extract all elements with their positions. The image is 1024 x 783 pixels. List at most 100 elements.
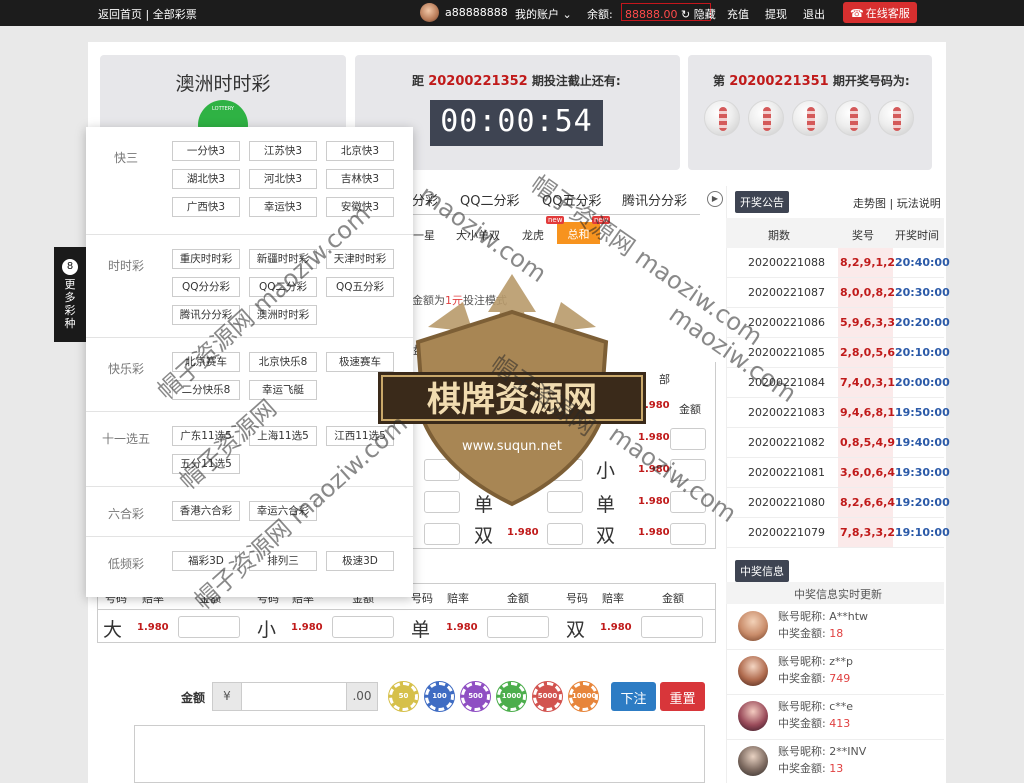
subtab-1[interactable]: 一星 <box>413 227 435 243</box>
col-header: 号码 <box>411 592 433 605</box>
tab-game-2[interactable]: QQ二分彩 <box>460 190 519 209</box>
col-header: 赔率 <box>602 592 624 605</box>
amount-input[interactable] <box>487 616 549 638</box>
bet-option-even[interactable]: 双 <box>566 615 585 642</box>
hide-balance-button[interactable]: 隐藏 <box>694 8 716 21</box>
account-menu[interactable]: 我的账户 ⌄ <box>515 6 572 22</box>
winner-amount: 中奖金额: 413 <box>778 717 851 730</box>
winner-amount: 中奖金额: 749 <box>778 672 851 685</box>
draw-notice-title: 开奖公告 <box>735 191 789 213</box>
result-time: 20:30:00 <box>895 286 950 299</box>
result-row: 20200221087 8,0,0,8,2 20:30:00 <box>726 278 950 308</box>
menu-item[interactable]: 幸运快3 <box>249 197 317 217</box>
result-numbers: 8,0,0,8,2 <box>840 286 895 299</box>
balance-label: 余额: <box>587 8 613 21</box>
amount-input[interactable] <box>670 523 706 545</box>
currency-addon: ¥ <box>212 682 242 711</box>
chip-5000[interactable]: 5000 <box>533 682 562 711</box>
reset-button[interactable]: 重置 <box>660 682 705 711</box>
bet-option[interactable]: 双 <box>596 521 615 548</box>
menu-category: 低频彩 <box>107 557 144 571</box>
bet-option-odd[interactable]: 单 <box>411 615 430 642</box>
chip-10000[interactable]: 10000 <box>569 682 598 711</box>
place-bet-button[interactable]: 下注 <box>611 682 656 711</box>
result-numbers: 7,8,3,3,2 <box>840 526 895 539</box>
amount-input[interactable] <box>641 616 703 638</box>
draw-ball <box>748 100 784 136</box>
avatar <box>738 611 768 641</box>
menu-category: 六合彩 <box>107 507 144 521</box>
winner-amount: 中奖金额: 13 <box>778 762 844 775</box>
menu-category: 时时彩 <box>107 259 144 273</box>
winners-title: 中奖信息 <box>735 560 789 582</box>
result-time: 20:40:00 <box>895 256 950 269</box>
result-period: 20200221080 <box>748 496 825 509</box>
menu-item[interactable]: 广西快3 <box>172 197 240 217</box>
recharge-link[interactable]: 充值 <box>727 6 749 22</box>
result-time: 19:30:00 <box>895 466 950 479</box>
result-period: 20200221079 <box>748 526 825 539</box>
chevron-down-icon: ⌄ <box>562 8 572 21</box>
menu-item[interactable]: 湖北快3 <box>172 169 240 189</box>
col-header: 号码 <box>566 592 588 605</box>
menu-item[interactable]: 江苏快3 <box>249 141 317 161</box>
result-period: 20200221082 <box>748 436 825 449</box>
logout-link[interactable]: 退出 <box>803 6 825 22</box>
result-time: 19:50:00 <box>895 406 950 419</box>
refresh-icon[interactable]: ↻ <box>681 8 690 21</box>
menu-item[interactable]: 北京快3 <box>326 141 394 161</box>
avatar <box>738 656 768 686</box>
menu-item[interactable]: 重庆时时彩 <box>172 249 240 269</box>
amount-input[interactable] <box>424 523 460 545</box>
amount-input[interactable] <box>547 523 583 545</box>
bet-option-small[interactable]: 小 <box>257 615 276 642</box>
result-time: 19:20:00 <box>895 496 950 509</box>
withdraw-link[interactable]: 提现 <box>765 6 787 22</box>
balance-value: 88888.00 <box>625 8 678 21</box>
winner-name: 账号昵称: z**p <box>778 655 853 668</box>
menu-item[interactable]: 香港六合彩 <box>172 501 240 521</box>
menu-item[interactable]: QQ分分彩 <box>172 277 240 297</box>
odds-value: 1.980 <box>638 527 670 538</box>
col-header: 金额 <box>662 592 684 605</box>
amount-input[interactable] <box>670 428 706 450</box>
menu-item[interactable]: 一分快3 <box>172 141 240 161</box>
amount-input[interactable] <box>332 616 394 638</box>
menu-item[interactable]: 河北快3 <box>249 169 317 189</box>
col-header: 金额 <box>507 592 529 605</box>
lottery-menu-dropdown: 快三 一分快3 江苏快3 北京快3 湖北快3 河北快3 吉林快3 广西快3 幸运快3 安徽快3 时时… <box>86 127 413 597</box>
avatar <box>738 746 768 776</box>
winner-row: 账号昵称: 2**INV 中奖金额: 13 <box>726 740 944 783</box>
total-amount-input[interactable] <box>241 682 347 711</box>
amount-input[interactable] <box>178 616 240 638</box>
chip-50[interactable]: 50 <box>389 682 418 711</box>
chip-1000[interactable]: 1000 <box>497 682 526 711</box>
result-numbers: 2,8,0,5,6 <box>840 346 895 359</box>
headset-icon: ☎ <box>850 7 864 20</box>
bet-option[interactable]: 双 <box>474 521 493 548</box>
play-next-icon[interactable]: ▶ <box>707 191 723 207</box>
menu-item[interactable]: 北京快乐8 <box>249 352 317 372</box>
more-lotteries-tab[interactable]: 8 更多彩种 <box>54 247 86 342</box>
brand-url: www.suqun.net <box>462 439 562 454</box>
bet-option-big[interactable]: 大 <box>103 615 122 642</box>
username: a88888888 <box>445 6 508 19</box>
tab-game-4[interactable]: 腾讯分分彩 <box>622 190 687 209</box>
user-avatar[interactable] <box>420 3 439 22</box>
chip-500[interactable]: 500 <box>461 682 490 711</box>
winner-amount: 中奖金额: 18 <box>778 627 844 640</box>
odds-value: 1.980 <box>446 622 478 633</box>
menu-item[interactable]: 吉林快3 <box>326 169 394 189</box>
home-link[interactable]: 返回首页 | 全部彩票 <box>98 6 197 22</box>
customer-service-button[interactable]: ☎ 在线客服 <box>843 2 917 23</box>
subtab-3[interactable]: 龙虎 <box>522 227 544 243</box>
result-numbers: 9,4,6,8,1 <box>840 406 895 419</box>
result-time: 19:10:00 <box>895 526 950 539</box>
result-numbers: 3,6,0,6,4 <box>840 466 895 479</box>
chip-100[interactable]: 100 <box>425 682 454 711</box>
trend-links[interactable]: 走势图 | 玩法说明 <box>853 195 941 211</box>
draw-ball <box>704 100 740 136</box>
menu-item[interactable]: 极速3D <box>326 551 394 571</box>
more-label: 更多彩种 <box>64 278 76 330</box>
result-time: 19:40:00 <box>895 436 950 449</box>
